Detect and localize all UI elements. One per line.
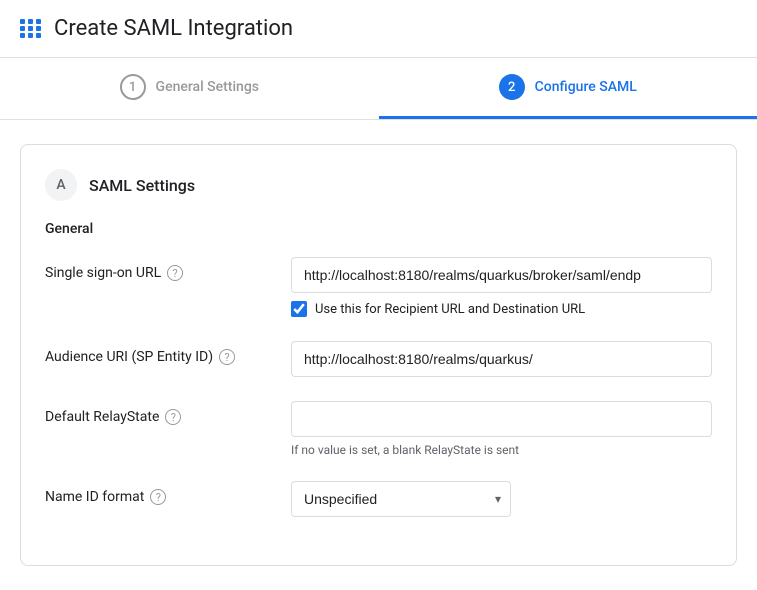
sso-url-row: Single sign-on URL ? Use this for Recipi…: [45, 257, 712, 317]
audience-uri-label: Audience URI (SP Entity ID) ?: [45, 341, 275, 365]
sso-url-label: Single sign-on URL ?: [45, 257, 275, 281]
recipient-url-checkbox-row: Use this for Recipient URL and Destinati…: [291, 301, 712, 317]
step-2-number: 2: [499, 74, 525, 100]
name-id-format-label: Name ID format ?: [45, 481, 275, 505]
name-id-format-select-wrapper: Unspecified EmailAddress Persistent Tran…: [291, 481, 511, 517]
audience-uri-input[interactable]: [291, 341, 712, 377]
step-1-label: General Settings: [156, 79, 259, 95]
name-id-format-select[interactable]: Unspecified EmailAddress Persistent Tran…: [291, 481, 511, 517]
relay-state-row: Default RelayState ? If no value is set,…: [45, 401, 712, 457]
section-header: A SAML Settings: [45, 169, 712, 201]
relay-state-input[interactable]: [291, 401, 712, 437]
section-title: SAML Settings: [89, 176, 195, 195]
sso-url-field: Use this for Recipient URL and Destinati…: [291, 257, 712, 317]
main-content: A SAML Settings General Single sign-on U…: [0, 120, 757, 590]
sso-url-help-icon[interactable]: ?: [167, 265, 183, 281]
step-1-number: 1: [120, 74, 146, 100]
relay-state-label: Default RelayState ?: [45, 401, 275, 425]
recipient-url-checkbox[interactable]: [291, 301, 307, 317]
relay-state-field: If no value is set, a blank RelayState i…: [291, 401, 712, 457]
grid-icon: [20, 19, 42, 38]
step-configure-saml[interactable]: 2 Configure SAML: [379, 58, 757, 119]
name-id-format-field: Unspecified EmailAddress Persistent Tran…: [291, 481, 712, 517]
step-2-label: Configure SAML: [535, 79, 637, 95]
section-badge: A: [45, 169, 77, 201]
page-header: Create SAML Integration: [0, 0, 757, 58]
group-title: General: [45, 221, 712, 237]
step-general-settings[interactable]: 1 General Settings: [0, 58, 379, 119]
page-title: Create SAML Integration: [54, 16, 293, 41]
relay-state-help-icon[interactable]: ?: [165, 409, 181, 425]
sso-url-input[interactable]: [291, 257, 712, 293]
recipient-url-label: Use this for Recipient URL and Destinati…: [315, 302, 585, 317]
relay-state-hint: If no value is set, a blank RelayState i…: [291, 443, 712, 457]
steps-bar: 1 General Settings 2 Configure SAML: [0, 58, 757, 120]
audience-uri-help-icon[interactable]: ?: [219, 349, 235, 365]
name-id-format-help-icon[interactable]: ?: [150, 489, 166, 505]
audience-uri-row: Audience URI (SP Entity ID) ?: [45, 341, 712, 377]
audience-uri-field: [291, 341, 712, 377]
name-id-format-row: Name ID format ? Unspecified EmailAddres…: [45, 481, 712, 517]
saml-settings-card: A SAML Settings General Single sign-on U…: [20, 144, 737, 566]
